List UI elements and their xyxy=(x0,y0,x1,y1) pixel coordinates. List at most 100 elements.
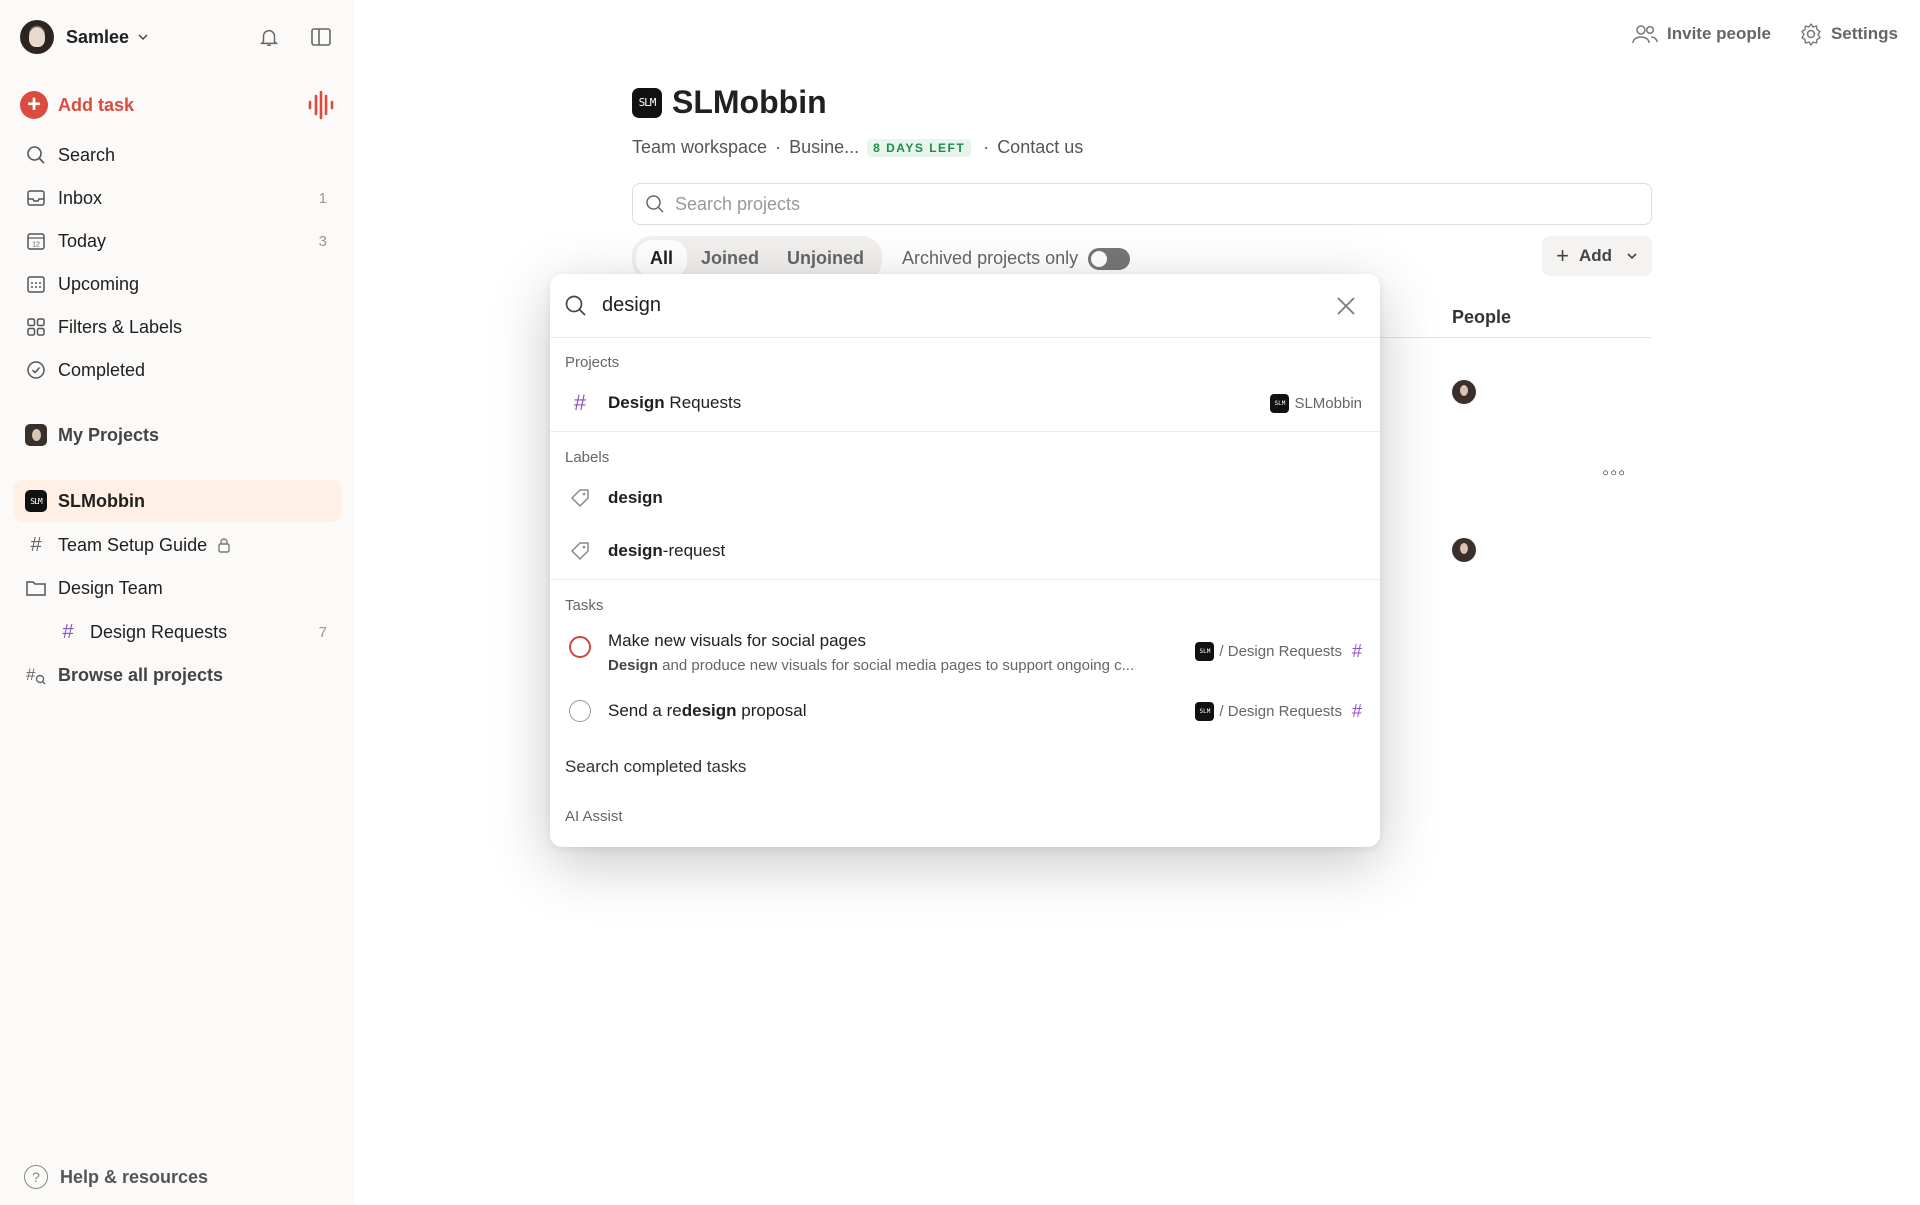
plus-icon: + xyxy=(20,91,48,119)
invite-people-button[interactable]: Invite people xyxy=(1631,23,1771,45)
avatar xyxy=(1452,380,1476,404)
result-task-redesign-proposal[interactable]: Send a redesign proposal SLM / Design Re… xyxy=(550,690,1380,732)
result-label-design[interactable]: design xyxy=(550,477,1380,519)
task-checkbox[interactable] xyxy=(569,700,591,722)
result-workspace: SLM SLMobbin xyxy=(1270,393,1362,413)
sidebar-item-search[interactable]: Search xyxy=(14,134,341,176)
hash-icon: # xyxy=(573,390,587,415)
plan-name[interactable]: Busine... xyxy=(789,137,859,158)
match-text: design xyxy=(681,701,737,720)
result-label-design-request[interactable]: design-request xyxy=(550,530,1380,572)
page-header: SLM SLMobbin xyxy=(632,84,827,121)
settings-label: Settings xyxy=(1830,24,1898,43)
sidebar-item-design-requests[interactable]: # Design Requests 7 xyxy=(14,611,341,653)
section-ai-assist-heading: AI Assist xyxy=(565,808,623,825)
sidebar-item-filters-labels[interactable]: Filters & Labels xyxy=(14,306,341,348)
task-title: Make new visuals for social pages xyxy=(608,631,866,650)
task-project: SLM / Design Requests # xyxy=(1195,641,1362,662)
folder-icon xyxy=(24,576,48,600)
sidebar-item-upcoming[interactable]: Upcoming xyxy=(14,263,341,305)
archived-filter: Archived projects only xyxy=(902,247,1131,270)
close-icon[interactable] xyxy=(1334,294,1358,318)
project-search-box[interactable] xyxy=(632,183,1652,225)
sidebar-item-label: Search xyxy=(58,144,116,165)
chevron-down-icon xyxy=(1627,253,1637,260)
people-column-header: People xyxy=(1452,307,1512,327)
filter-joined[interactable]: Joined xyxy=(687,240,773,277)
grid-icon xyxy=(24,315,48,339)
tag-icon xyxy=(568,486,592,510)
sidebar-item-label: Team Setup Guide xyxy=(58,534,208,555)
calendar-grid-icon xyxy=(24,272,48,296)
help-resources-button[interactable]: ? Help & resources xyxy=(24,1165,208,1189)
user-menu[interactable]: Samlee xyxy=(20,18,340,56)
avatar xyxy=(25,424,47,446)
check-circle-icon xyxy=(24,358,48,382)
result-project-design-requests[interactable]: # Design Requests SLM SLMobbin xyxy=(550,382,1380,424)
sidebar-item-team-setup-guide[interactable]: # Team Setup Guide xyxy=(14,524,341,566)
search-completed-tasks-button[interactable]: Search completed tasks xyxy=(565,757,746,777)
sidebar-item-label: Browse all projects xyxy=(58,664,224,685)
filter-unjoined[interactable]: Unjoined xyxy=(773,240,878,277)
sidebar-item-label: Completed xyxy=(58,359,146,380)
sidebar-item-label: Filters & Labels xyxy=(58,316,183,337)
search-icon xyxy=(24,143,48,167)
sidebar-item-label: Design Requests xyxy=(90,621,228,642)
contact-us-link[interactable]: Contact us xyxy=(997,137,1083,158)
settings-button[interactable]: Settings xyxy=(1799,22,1898,46)
hash-icon: # xyxy=(62,620,74,643)
sidebar-item-my-projects[interactable]: My Projects xyxy=(14,414,341,456)
match-text: design xyxy=(608,488,663,507)
help-icon: ? xyxy=(24,1165,48,1189)
sidebar-item-browse-projects[interactable]: # Browse all projects xyxy=(14,654,341,696)
page-title: SLMobbin xyxy=(672,84,827,120)
filter-all[interactable]: All xyxy=(636,240,688,277)
workspace-name: SLMobbin xyxy=(1294,394,1362,412)
add-label: Add xyxy=(1578,246,1612,265)
task-description: Design and produce new visuals for socia… xyxy=(608,657,1135,674)
sidebar-toggle-icon[interactable] xyxy=(306,22,336,52)
workspace-subtitle: Team workspace · Busine... 8 DAYS LEFT ·… xyxy=(632,137,1084,158)
search-icon xyxy=(646,195,664,213)
hash-icon: # xyxy=(1351,641,1362,661)
sidebar-item-design-team[interactable]: Design Team xyxy=(14,567,341,609)
svg-text:#: # xyxy=(26,665,36,684)
sidebar-item-today[interactable]: 12 Today 3 xyxy=(14,220,341,262)
calendar-today-icon: 12 xyxy=(24,229,48,253)
result-text: -request xyxy=(662,541,726,560)
search-input[interactable] xyxy=(602,294,1302,317)
help-label: Help & resources xyxy=(60,1166,209,1187)
add-task-label: Add task xyxy=(58,94,135,115)
sidebar-item-completed[interactable]: Completed xyxy=(14,349,341,391)
people-icon xyxy=(1632,25,1658,44)
trial-badge: 8 DAYS LEFT xyxy=(867,138,972,157)
more-options-icon[interactable]: ◦◦◦ xyxy=(1602,462,1626,485)
sidebar-item-label: Inbox xyxy=(58,187,103,208)
search-icon xyxy=(565,295,586,316)
add-task-button[interactable]: + Add task xyxy=(20,90,134,120)
ramble-wave-icon[interactable] xyxy=(307,90,335,120)
chevron-down-icon xyxy=(138,34,148,41)
design-requests-count: 7 xyxy=(318,623,327,641)
task-checkbox[interactable] xyxy=(569,636,591,658)
top-actions: Invite people Settings xyxy=(1603,22,1898,46)
search-projects-input[interactable] xyxy=(675,193,1575,215)
workspace-logo: SLM xyxy=(1270,393,1290,413)
add-project-button[interactable]: + Add xyxy=(1542,236,1652,276)
plus-icon: + xyxy=(1556,243,1569,268)
invite-people-label: Invite people xyxy=(1667,24,1771,43)
hash-icon: # xyxy=(1351,700,1362,721)
result-text: Requests xyxy=(664,393,742,412)
bell-icon[interactable] xyxy=(254,22,284,52)
sidebar-item-label: SLMobbin xyxy=(58,490,145,511)
inbox-icon xyxy=(24,186,48,210)
section-projects-heading: Projects xyxy=(565,354,620,371)
today-count: 3 xyxy=(318,232,327,250)
archived-toggle[interactable] xyxy=(1088,247,1131,270)
browse-projects-icon: # xyxy=(24,663,48,687)
gear-icon xyxy=(1801,23,1821,46)
sidebar-item-inbox[interactable]: Inbox 1 xyxy=(14,177,341,219)
sidebar-item-label: Upcoming xyxy=(58,273,140,294)
sidebar-item-workspace[interactable]: SLM SLMobbin xyxy=(14,480,341,522)
result-task-social-visuals[interactable]: Make new visuals for social pages Design… xyxy=(550,627,1380,685)
